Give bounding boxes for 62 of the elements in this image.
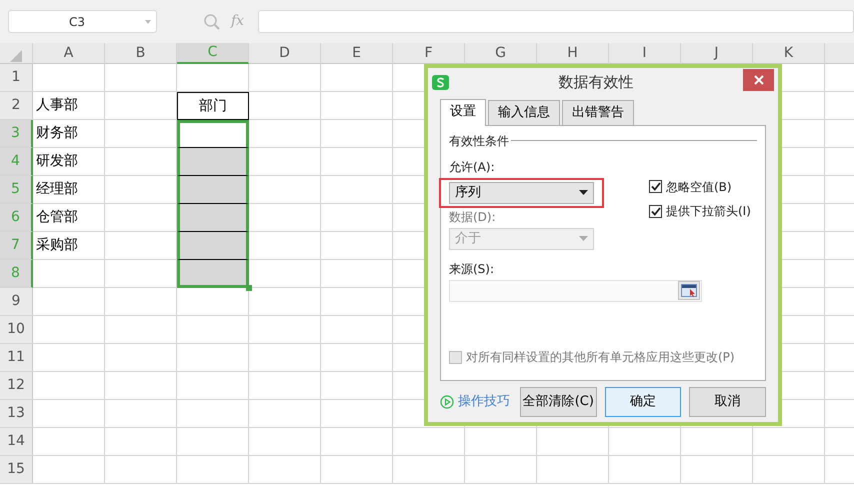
table-cell: 部门 xyxy=(177,92,249,120)
checkbox-label: 提供下拉箭头(I) xyxy=(666,203,751,220)
dialog-button[interactable]: 确定 xyxy=(604,386,682,417)
selected-cell[interactable] xyxy=(177,176,249,204)
dropdown: 介于 xyxy=(449,228,594,250)
table-cell: 研发部 xyxy=(33,148,105,176)
column-header[interactable]: I xyxy=(609,43,681,64)
table-cell: 财务部 xyxy=(33,120,105,148)
column-header[interactable]: A xyxy=(33,43,105,64)
dialog-title: 数据有效性 xyxy=(558,72,634,94)
column-header[interactable]: H xyxy=(537,43,609,64)
row-header[interactable]: 14 xyxy=(0,428,33,456)
column-header[interactable]: B xyxy=(105,43,177,64)
column-header[interactable]: J xyxy=(681,43,753,64)
column-header[interactable]: K xyxy=(753,43,825,64)
dropdown[interactable]: 序列 xyxy=(449,182,594,204)
checkbox[interactable] xyxy=(649,204,662,218)
column-header[interactable]: D xyxy=(249,43,321,64)
close-button[interactable] xyxy=(743,68,774,91)
source-field[interactable] xyxy=(449,280,702,302)
table-cell: 人事部 xyxy=(33,92,105,120)
close-icon[interactable] xyxy=(754,74,764,85)
field-label: 来源(S): xyxy=(449,260,496,278)
selected-cell[interactable] xyxy=(177,204,249,232)
row-header[interactable]: 13 xyxy=(0,400,33,428)
checkbox[interactable] xyxy=(649,180,662,194)
table-cell: 采购部 xyxy=(33,232,105,260)
selected-cell[interactable] xyxy=(177,260,249,288)
column-header[interactable]: F xyxy=(393,43,465,64)
fill-handle[interactable] xyxy=(246,285,252,291)
selected-cell[interactable] xyxy=(177,232,249,260)
dialog-button[interactable]: 全部清除(C) xyxy=(520,386,597,417)
field-label: 数据(D): xyxy=(449,208,497,226)
checkbox-label: 对所有同样设置的其他所有单元格应用这些更改(P) xyxy=(466,349,735,366)
column-header[interactable]: E xyxy=(321,43,393,64)
row-header[interactable]: 12 xyxy=(0,372,33,400)
play-icon xyxy=(440,394,454,409)
row-header[interactable]: 1 xyxy=(0,64,33,92)
range-picker-button[interactable] xyxy=(678,281,700,300)
dialog-button[interactable]: 取消 xyxy=(689,386,766,417)
dropdown-caret-icon xyxy=(579,190,588,196)
checkbox-label: 忽略空值(B) xyxy=(666,178,732,196)
table-cell: 经理部 xyxy=(33,176,105,204)
row-header[interactable]: 9 xyxy=(0,288,33,316)
selected-cell[interactable] xyxy=(177,148,249,176)
dropdown-caret-icon xyxy=(579,236,588,242)
tab[interactable]: 设置 xyxy=(440,99,486,126)
range-select-icon xyxy=(681,284,697,298)
section-heading: 有效性条件 xyxy=(449,132,509,150)
row-header[interactable]: 11 xyxy=(0,344,33,372)
name-box[interactable]: C3 xyxy=(8,10,157,33)
field-label: 允许(A): xyxy=(449,158,496,176)
app-logo-icon xyxy=(432,75,449,90)
row-header[interactable]: 10 xyxy=(0,316,33,344)
row-header[interactable]: 15 xyxy=(0,456,33,484)
table-cell: 仓管部 xyxy=(33,204,105,232)
tab[interactable]: 输入信息 xyxy=(488,100,560,125)
column-header[interactable]: G xyxy=(465,43,537,64)
row-header[interactable]: 2 xyxy=(0,92,33,120)
tab[interactable]: 出错警告 xyxy=(562,100,634,125)
tips-link[interactable]: 操作技巧 xyxy=(440,392,510,412)
corner-triangle-icon xyxy=(10,50,22,62)
